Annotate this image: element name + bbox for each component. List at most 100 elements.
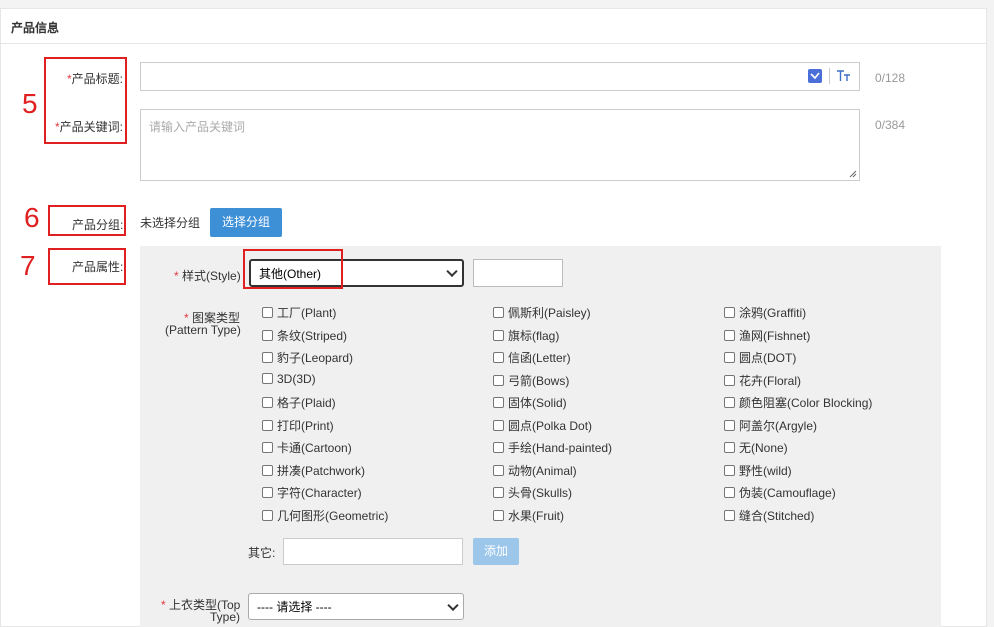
checkbox-box[interactable] [493,307,504,318]
checkbox-box[interactable] [724,374,735,386]
pattern-option-label: 豹子(Leopard) [277,351,354,365]
checkbox-box[interactable] [493,329,504,341]
checkbox-box[interactable] [493,487,504,498]
checkbox-box[interactable] [724,464,735,476]
style-label-row: * 样式(Style) [174,267,241,284]
pattern-option-checkbox[interactable]: 无(None) [724,439,788,456]
checkbox-box[interactable] [262,307,273,318]
checkbox-box[interactable] [724,442,735,453]
pattern-option-label: 无(None) [739,441,788,455]
title-input[interactable] [140,62,860,91]
resize-handle-icon[interactable] [849,170,857,178]
checkbox-box[interactable] [493,419,504,431]
keywords-textarea[interactable]: 请输入产品关键词 [140,109,860,181]
checkbox-box[interactable] [493,397,504,408]
pattern-option-checkbox[interactable]: 豹子(Leopard) [262,349,353,366]
pattern-option-label: 信函(Letter) [508,351,571,365]
pattern-option-label: 圆点(DOT) [739,351,797,365]
checkbox-box[interactable] [724,487,735,498]
pattern-option-checkbox[interactable]: 字符(Character) [262,484,362,501]
checkbox-box[interactable] [724,307,735,318]
checkbox-box[interactable] [724,509,735,521]
pattern-option-checkbox[interactable]: 拼凑(Patchwork) [262,462,365,479]
checkbox-box[interactable] [724,419,735,431]
group-value: 未选择分组 [140,216,201,230]
pattern-option-checkbox[interactable]: 条纹(Striped) [262,327,347,344]
pattern-option-label: 格子(Plaid) [277,396,336,410]
text-size-icon[interactable] [836,69,852,83]
title-counter: 0/128 [875,71,906,85]
pattern-option-checkbox[interactable]: 动物(Animal) [493,462,577,479]
checkbox-box[interactable] [262,397,273,408]
pattern-option-label: 卡通(Cartoon) [277,441,352,455]
title-label-row: *产品标题: [67,70,123,87]
top-type-selected-value: ---- 请选择 ---- [257,600,332,614]
pattern-option-checkbox[interactable]: 缝合(Stitched) [724,507,814,524]
pattern-option-label: 伪装(Camouflage) [739,486,836,500]
checkbox-box[interactable] [493,509,504,521]
checkbox-box[interactable] [262,373,273,384]
pattern-option-checkbox[interactable]: 几何图形(Geometric) [262,507,388,524]
pattern-option-checkbox[interactable]: 颜色阻塞(Color Blocking) [724,394,872,411]
checkbox-box[interactable] [724,397,735,408]
annotation-box-style [243,249,343,289]
pattern-option-checkbox[interactable]: 花卉(Floral) [724,372,801,389]
checkbox-box[interactable] [262,329,273,341]
checkbox-box[interactable] [493,442,504,453]
pattern-option-checkbox[interactable]: 水果(Fruit) [493,507,564,524]
checkbox-box[interactable] [493,352,504,363]
checkbox-box[interactable] [262,419,273,431]
pattern-option-checkbox[interactable]: 卡通(Cartoon) [262,439,352,456]
checkbox-box[interactable] [493,464,504,476]
pattern-option-checkbox[interactable]: 野性(wild) [724,462,792,479]
checkbox-box[interactable] [262,352,273,363]
required-mark: * [161,598,166,612]
checkbox-box[interactable] [262,464,273,476]
pattern-option-checkbox[interactable]: 圆点(DOT) [724,349,796,366]
pattern-option-checkbox[interactable]: 渔网(Fishnet) [724,327,810,344]
pattern-option-label: 渔网(Fishnet) [739,328,811,343]
other-input[interactable] [283,538,463,565]
pattern-option-checkbox[interactable]: 工厂(Plant) [262,304,336,321]
pattern-option-checkbox[interactable]: 弓箭(Bows) [493,372,569,389]
pattern-option-checkbox[interactable]: 涂鸦(Graffiti) [724,304,806,321]
pattern-option-checkbox[interactable]: 固体(Solid) [493,394,567,411]
pattern-option-label: 阿盖尔(Argyle) [739,418,818,433]
pattern-option-checkbox[interactable]: 伪装(Camouflage) [724,484,836,501]
panel-header: 产品信息 [1,9,986,44]
attributes-label: 产品属性: [72,260,124,274]
checkbox-box[interactable] [262,487,273,498]
pattern-option-checkbox[interactable]: 佩斯利(Paisley) [493,304,591,321]
pattern-option-checkbox[interactable]: 阿盖尔(Argyle) [724,417,817,434]
pattern-option-checkbox[interactable]: 格子(Plaid) [262,394,336,411]
pattern-option-checkbox[interactable]: 圆点(Polka Dot) [493,417,592,434]
pattern-option-checkbox[interactable]: 手绘(Hand-painted) [493,439,612,456]
checkbox-box[interactable] [724,329,735,341]
pattern-option-label: 头骨(Skulls) [508,486,573,500]
pattern-option-checkbox[interactable]: 3D(3D) [262,372,316,386]
pattern-option-label: 动物(Animal) [508,463,577,478]
keywords-counter: 0/384 [875,118,906,132]
toolbar-divider [829,68,830,84]
pattern-option-checkbox[interactable]: 打印(Print) [262,417,334,434]
emoji-icon[interactable] [808,69,822,83]
checkbox-box[interactable] [724,352,735,363]
checkbox-box[interactable] [493,374,504,386]
pattern-option-checkbox[interactable]: 头骨(Skulls) [493,484,572,501]
checkbox-box[interactable] [262,509,273,521]
top-type-select[interactable]: ---- 请选择 ---- [248,593,464,620]
panel-title: 产品信息 [11,21,60,35]
add-button[interactable]: 添加 [473,538,519,565]
pattern-option-label: 水果(Fruit) [508,508,564,523]
pattern-option-label: 工厂(Plant) [277,306,337,320]
checkbox-box[interactable] [262,442,273,453]
keywords-label: 产品关键词: [59,120,124,134]
pattern-option-label: 手绘(Hand-painted) [508,441,613,455]
select-group-button[interactable]: 选择分组 [210,208,282,237]
pattern-option-label: 圆点(Polka Dot) [508,418,593,433]
pattern-option-checkbox[interactable]: 信函(Letter) [493,349,571,366]
style-extra-input[interactable] [473,259,563,287]
keywords-label-row: *产品关键词: [55,118,123,135]
pattern-option-checkbox[interactable]: 旗标(flag) [493,327,559,344]
other-label: 其它: [248,546,276,560]
